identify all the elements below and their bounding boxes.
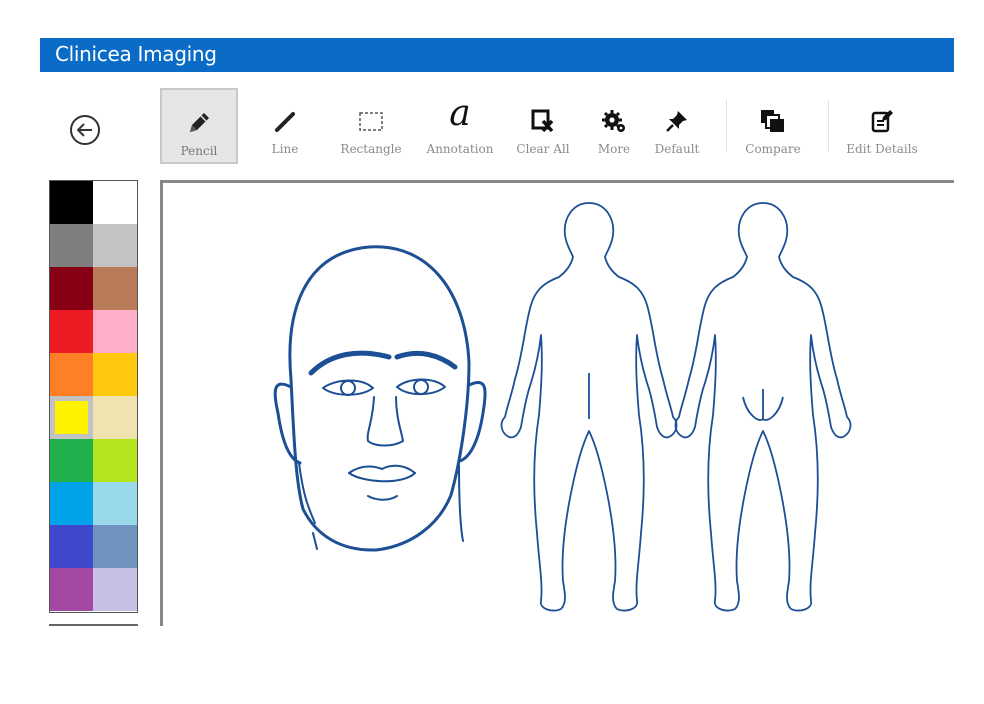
color-swatch[interactable] xyxy=(93,568,137,611)
back-arrow-icon xyxy=(77,123,93,137)
edit-details-icon xyxy=(869,88,895,134)
title-bar: Clinicea Imaging xyxy=(40,38,954,72)
back-button[interactable] xyxy=(70,115,100,145)
pencil-label: Pencil xyxy=(180,144,218,158)
color-swatch[interactable] xyxy=(50,181,93,224)
color-swatch[interactable] xyxy=(93,396,137,439)
body-front-figure xyxy=(500,202,678,612)
color-palette xyxy=(49,180,138,613)
color-swatch[interactable] xyxy=(50,482,93,525)
toolbar: Pencil Line Rectangle a Annotation Clear… xyxy=(160,88,954,164)
pencil-icon xyxy=(186,90,212,136)
annotation-icon: a xyxy=(449,93,471,134)
palette-divider xyxy=(49,624,138,626)
anatomy-template xyxy=(273,202,852,612)
default-button[interactable]: Default xyxy=(650,88,704,164)
pencil-tool-button[interactable]: Pencil xyxy=(160,88,238,164)
color-swatch[interactable] xyxy=(93,482,137,525)
default-label: Default xyxy=(654,142,700,156)
more-button[interactable]: More xyxy=(594,88,634,164)
color-swatch[interactable] xyxy=(50,224,93,267)
rectangle-tool-button[interactable]: Rectangle xyxy=(336,88,406,164)
color-swatch[interactable] xyxy=(93,224,137,267)
face-outline-figure xyxy=(273,245,487,552)
line-icon xyxy=(272,88,298,134)
edit-details-label: Edit Details xyxy=(846,142,918,156)
clear-all-icon xyxy=(530,88,556,134)
toolbar-separator xyxy=(828,100,829,152)
color-swatch[interactable] xyxy=(50,439,93,482)
edit-details-button[interactable]: Edit Details xyxy=(844,88,920,164)
line-tool-button[interactable]: Line xyxy=(258,88,312,164)
body-back-figure xyxy=(674,202,852,612)
gear-more-icon xyxy=(601,88,627,134)
compare-button[interactable]: Compare xyxy=(742,88,804,164)
color-swatch[interactable] xyxy=(93,310,137,353)
rectangle-label: Rectangle xyxy=(340,142,402,156)
pin-icon xyxy=(664,88,690,134)
color-swatch[interactable] xyxy=(50,568,93,611)
compare-icon xyxy=(759,88,787,134)
rectangle-select-icon xyxy=(358,88,384,134)
more-label: More xyxy=(597,142,631,156)
color-swatch[interactable] xyxy=(50,525,93,568)
color-swatch[interactable] xyxy=(50,310,93,353)
clear-all-button[interactable]: Clear All xyxy=(514,88,572,164)
color-swatch[interactable] xyxy=(93,525,137,568)
color-swatch[interactable] xyxy=(93,267,137,310)
color-swatch[interactable] xyxy=(93,353,137,396)
annotation-tool-button[interactable]: a Annotation xyxy=(422,88,498,164)
annotation-label: Annotation xyxy=(426,142,494,156)
clear-all-label: Clear All xyxy=(516,142,570,156)
color-swatch[interactable] xyxy=(50,267,93,310)
drawing-canvas[interactable] xyxy=(160,180,954,626)
color-swatch[interactable] xyxy=(93,439,137,482)
color-swatch[interactable] xyxy=(50,396,93,439)
color-swatch[interactable] xyxy=(93,181,137,224)
app-title: Clinicea Imaging xyxy=(55,42,217,66)
compare-label: Compare xyxy=(745,142,801,156)
color-swatch[interactable] xyxy=(50,353,93,396)
toolbar-separator xyxy=(726,100,727,152)
line-label: Line xyxy=(271,142,299,156)
